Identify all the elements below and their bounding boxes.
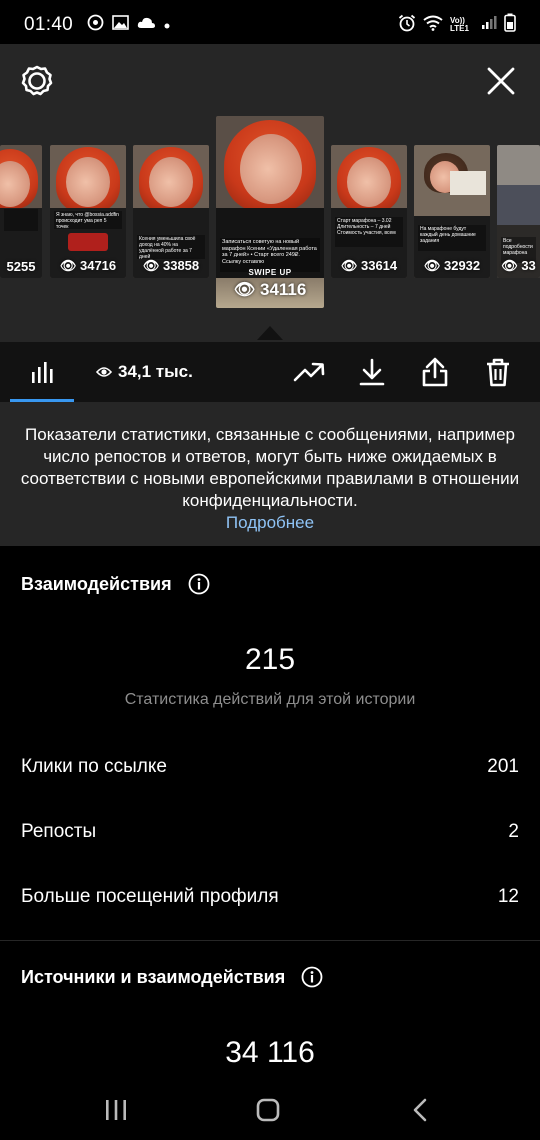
dot-icon (164, 16, 170, 34)
interactions-subtitle: Статистика действий для этой истории (124, 691, 416, 708)
trending-up-icon (293, 362, 325, 382)
metric-value: 12 (497, 886, 519, 907)
insights-tab[interactable] (10, 342, 74, 402)
gallery-icon (112, 15, 129, 35)
share-button[interactable] (412, 342, 458, 402)
android-navigation-bar (0, 1078, 540, 1140)
status-bar: 01:40 Vo)) LTE1 (0, 0, 540, 50)
metric-row-shares: Репосты 2 (21, 821, 519, 843)
alarm-icon (398, 14, 416, 37)
back-icon (413, 1098, 427, 1122)
story-thumbnail[interactable]: Ксения уменьшила своё доход на 40% на уд… (133, 145, 209, 278)
battery-icon (504, 13, 516, 37)
delete-button[interactable] (475, 342, 521, 402)
story-thumbnail[interactable]: 5255 (0, 145, 42, 278)
interactions-section-title: Взаимодействия (21, 573, 210, 595)
cloud-icon (137, 16, 156, 34)
settings-button[interactable] (18, 62, 56, 100)
thumbnail-view-count: 👁 33858 (142, 258, 200, 273)
trash-icon (487, 358, 509, 387)
download-icon (359, 358, 385, 386)
gear-icon (21, 65, 53, 96)
close-button[interactable] (482, 62, 520, 100)
thumbnail-view-count: 5255 (6, 259, 36, 274)
close-icon (487, 67, 515, 95)
metric-label: Репосты (21, 821, 97, 842)
back-button[interactable] (390, 1090, 450, 1130)
thumbnail-caption: Старт марафона – 3.02 Длительность – 7 д… (335, 217, 403, 247)
views-count: 34,1 тыс. (118, 362, 193, 381)
whatsapp-icon (87, 14, 104, 36)
wifi-icon (423, 15, 443, 36)
status-notification-icons (87, 14, 170, 36)
info-icon[interactable] (301, 966, 323, 988)
download-button[interactable] (349, 342, 395, 402)
sources-total: 34 116 (225, 1036, 315, 1069)
story-thumbnail[interactable]: Все подробности марафона 👁 33 (497, 145, 540, 278)
thumbnail-view-count: 👁 33614 (340, 258, 398, 273)
story-thumbnail[interactable]: На марафоне будут каждый день домашние з… (414, 145, 490, 278)
metric-row-profile-visits: Больше посещений профиля 12 (21, 886, 519, 908)
eye-icon (96, 367, 112, 377)
recent-apps-button[interactable] (86, 1090, 146, 1130)
recent-apps-icon (106, 1100, 126, 1120)
thumbnail-caption: Записаться советую на новый марафон Ксен… (220, 238, 320, 272)
thumbnail-sticker (450, 171, 486, 195)
privacy-notice: Показатели статистики, связанные с сообщ… (0, 402, 540, 546)
story-carousel-panel: 5255 Я знаю, что @bossia.addfin происход… (0, 44, 540, 342)
signal-icon (481, 15, 497, 35)
story-toolbar: 34,1 тыс. (0, 342, 540, 402)
home-button[interactable] (238, 1090, 298, 1130)
bar-chart-icon (32, 362, 53, 383)
network-label: Vo)) LTE1 (450, 16, 469, 33)
home-icon (256, 1098, 280, 1122)
story-thumbnail[interactable]: Старт марафона – 3.02 Длительность – 7 д… (331, 145, 407, 278)
sources-section-title: Источники и взаимодействия (21, 966, 323, 988)
metric-value: 201 (487, 756, 519, 777)
interactions-title: Взаимодействия (21, 573, 172, 594)
info-icon[interactable] (188, 573, 210, 595)
thumbnail-view-count: 👁 34116 (233, 280, 307, 299)
thumbnail-sticker (68, 233, 108, 251)
thumbnail-caption: Я знаю, что @bossia.addfin происходит ум… (54, 211, 122, 230)
sources-title: Источники и взаимодействия (21, 966, 286, 987)
story-thumbnail[interactable]: Я знаю, что @bossia.addfin происходит ум… (50, 145, 126, 278)
viewers-button[interactable]: 34,1 тыс. (96, 342, 216, 402)
metric-row-link-clicks: Клики по ссылке 201 (21, 756, 519, 778)
metric-label: Больше посещений профиля (21, 886, 279, 907)
promote-button[interactable] (286, 342, 332, 402)
story-thumbnail-selected[interactable]: Записаться советую на новый марафон Ксен… (216, 116, 324, 308)
thumbnail-view-count: 👁 33 (501, 258, 536, 273)
section-divider (0, 940, 540, 941)
status-time: 01:40 (24, 14, 74, 35)
notice-text: Показатели статистики, связанные с сообщ… (20, 425, 520, 510)
share-icon (422, 357, 448, 387)
metric-label: Клики по ссылке (21, 756, 167, 777)
interactions-total: 215 (244, 643, 296, 676)
thumbnail-view-count: 👁 34716 (59, 258, 117, 273)
thumbnail-caption: На марафоне будут каждый день домашние з… (418, 225, 486, 251)
learn-more-link[interactable]: Подробнее (0, 512, 540, 534)
status-system-icons: Vo)) LTE1 (398, 13, 516, 37)
thumbnail-view-count: 👁 32932 (423, 258, 481, 273)
selected-story-pointer (257, 326, 283, 340)
swipe-up-label: SWIPE UP (248, 268, 292, 277)
metric-value: 2 (508, 821, 519, 842)
thumbnail-caption: Ксения уменьшила своё доход на 40% на уд… (137, 235, 205, 260)
